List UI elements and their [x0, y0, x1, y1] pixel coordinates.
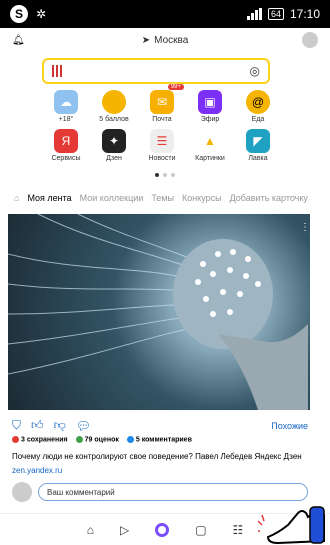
comment-input[interactable]: Ваш комментарий [38, 483, 308, 501]
bug-icon: ✲ [36, 7, 47, 21]
eeg-head-illustration: ⋮ [8, 214, 310, 410]
tab-my-feed[interactable]: Моя лента [27, 193, 71, 203]
location-arrow-icon: ➤ [141, 34, 151, 46]
top-bar: 🔔︎ ➤ Москва [0, 30, 330, 50]
service-zen[interactable]: ✦ Дзен [90, 129, 138, 162]
dislike-icon[interactable]: 👎︎ [54, 418, 66, 433]
comment-row: Ваш комментарий [12, 482, 308, 502]
comment-avatar [12, 482, 32, 502]
service-lavka[interactable]: ◤ Лавка [234, 129, 282, 162]
tab-topics[interactable]: Темы [151, 193, 174, 203]
bell-icon[interactable]: 🔔︎ [12, 35, 25, 46]
post-actions: ⛉ 👍︎ 👎︎ 💬︎ Похожие [12, 418, 308, 433]
clock: 17:10 [289, 7, 320, 21]
location-label: Москва [154, 34, 189, 46]
qr-code-icon[interactable] [52, 65, 64, 77]
bell-outline-icon: ⌂ [14, 193, 20, 203]
similar-link[interactable]: Похожие [271, 421, 308, 431]
service-label: Дзен [106, 155, 122, 162]
service-services[interactable]: Я Сервисы [42, 129, 90, 162]
traffic-icon [102, 90, 126, 114]
service-mail[interactable]: ✉ 99+ Почта [138, 84, 186, 123]
post-stats: 3 сохранения 79 оценок 5 комментариев [12, 436, 192, 443]
comment-icon[interactable]: 💬︎ [76, 419, 91, 433]
service-label: Лавка [248, 155, 268, 162]
signal-icon [246, 8, 262, 20]
svg-text:⋮: ⋮ [300, 222, 310, 233]
mail-badge: 99+ [167, 84, 184, 90]
skype-icon: S [10, 5, 28, 23]
service-label: Еда [251, 116, 265, 123]
tabs-icon[interactable]: ▢ [195, 523, 206, 537]
news-icon: ☰ [150, 129, 174, 153]
service-efir[interactable]: ▣ Эфир [186, 90, 234, 123]
mail-icon: ✉ 99+ [150, 84, 184, 114]
services-grid: ☁ +18° 5 баллов ✉ 99+ Почта ▣ Эфир @ Еда … [42, 84, 282, 162]
home-icon[interactable]: ⌂ [87, 523, 94, 537]
service-images[interactable]: ▲ Картинки [186, 129, 234, 162]
menu-icon[interactable]: ☷ [233, 523, 244, 537]
tab-add-card[interactable]: Добавить карточку [230, 193, 308, 203]
service-label: Почта [152, 116, 172, 123]
search-bar[interactable]: ◎ [42, 58, 270, 84]
yandex-icon: Я [54, 129, 78, 153]
bookmark-icon[interactable]: ⛉ [12, 418, 21, 433]
service-news[interactable]: ☰ Новости [138, 129, 186, 162]
service-label: 5 баллов [99, 116, 129, 123]
tab-contests[interactable]: Конкурсы [182, 193, 222, 203]
saves-count: 3 сохранения [12, 436, 68, 443]
like-icon[interactable]: 👍︎ [31, 418, 44, 433]
service-label: Новости [148, 155, 176, 162]
battery-indicator: 64 [267, 8, 284, 20]
comments-count: 5 комментариев [126, 436, 192, 443]
profile-avatar[interactable] [302, 32, 318, 48]
food-icon: @ [246, 90, 270, 114]
post-image[interactable]: ⋮ [8, 214, 310, 410]
feed-tabs: ⌂ Моя лента Мои коллекции Темы Конкурсы … [0, 188, 330, 208]
service-label: Сервисы [51, 155, 81, 162]
service-food[interactable]: @ Еда [234, 90, 282, 123]
post-caption[interactable]: Почему люди не контролируют свое поведен… [12, 451, 312, 463]
post-source[interactable]: zen.yandex.ru [12, 466, 62, 475]
images-icon: ▲ [198, 129, 222, 153]
service-label: Картинки [195, 155, 225, 162]
location[interactable]: ➤ Москва [142, 35, 189, 46]
cloud-icon: ☁ [54, 90, 78, 114]
pager-dots [155, 173, 175, 177]
ratings-count: 79 оценок [75, 436, 119, 443]
zen-icon: ✦ [102, 129, 126, 153]
service-traffic[interactable]: 5 баллов [90, 90, 138, 123]
service-weather[interactable]: ☁ +18° [42, 90, 90, 123]
tab-collections[interactable]: Мои коллекции [80, 193, 144, 203]
pointer-hand-icon [258, 506, 325, 545]
service-label: +18° [58, 116, 74, 123]
camera-icon[interactable]: ◎ [250, 64, 260, 78]
tv-icon: ▣ [198, 90, 222, 114]
status-bar: S ✲ 64 17:10 [0, 0, 330, 28]
alice-icon[interactable] [155, 522, 170, 537]
play-icon[interactable]: ▷ [120, 523, 129, 537]
service-label: Эфир [200, 116, 220, 123]
lavka-icon: ◤ [246, 129, 270, 153]
